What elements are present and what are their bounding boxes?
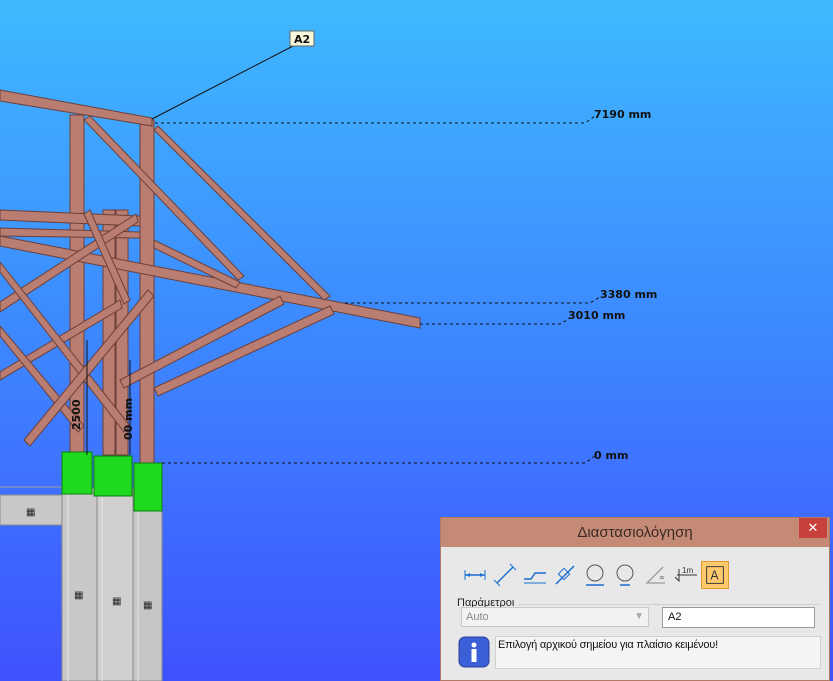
svg-text:▦: ▦ [26, 507, 35, 518]
svg-text:A: A [710, 569, 719, 583]
label-text-input[interactable]: A2 [662, 607, 815, 628]
dimension-label-3010: 3010 mm [568, 309, 625, 322]
diameter-dimension-icon[interactable] [581, 561, 609, 589]
status-message: Επιλογή αρχικού σημείου για πλαίσιο κειμ… [495, 636, 821, 669]
concrete-structure: ▦ ▦ ▦ ▦ [0, 486, 163, 681]
svg-text:▦: ▦ [74, 590, 83, 601]
parameters-divider [519, 604, 819, 605]
diagonal-offset-dimension-icon[interactable] [551, 561, 579, 589]
angle-dimension-icon[interactable]: ∝ [641, 561, 669, 589]
close-button[interactable]: ✕ [799, 518, 827, 538]
callout-a2[interactable]: A2 [289, 30, 315, 47]
aligned-dimension-icon[interactable] [491, 561, 519, 589]
radius-dimension-icon[interactable] [611, 561, 639, 589]
dialog-titlebar[interactable]: Διαστασιολόγηση ✕ [441, 518, 829, 547]
vertical-dimension-label: 2500 [70, 399, 83, 430]
horizontal-offset-dimension-icon[interactable] [521, 561, 549, 589]
svg-text:▦: ▦ [112, 596, 121, 607]
svg-text:A2: A2 [294, 33, 310, 46]
info-icon [458, 636, 490, 668]
vertical-dimension-label-2: 00 mm [122, 398, 135, 440]
svg-text:1m: 1m [682, 566, 693, 575]
linear-dimension-icon[interactable] [461, 561, 489, 589]
elevation-dimension-icon[interactable]: 1m [671, 561, 699, 589]
dialog-title: Διαστασιολόγηση [577, 524, 693, 541]
dimension-lines [86, 44, 601, 464]
steel-frame [0, 89, 421, 466]
mode-select-value: Auto [466, 611, 489, 623]
dimension-label-3380: 3380 mm [600, 288, 657, 301]
dimension-toolbar: ∝ 1m A [457, 560, 827, 594]
dimension-label-7190: 7190 mm [594, 108, 651, 121]
chevron-down-icon: ▼ [634, 611, 644, 622]
dimension-label-0: 0 mm [594, 449, 628, 462]
svg-text:∝: ∝ [659, 573, 665, 582]
dimensioning-dialog: Διαστασιολόγηση ✕ ∝ 1m A Παράμετροι Auto… [440, 517, 830, 681]
svg-text:▦: ▦ [143, 600, 152, 611]
text-label-icon[interactable]: A [701, 561, 729, 589]
mode-select[interactable]: Auto ▼ [461, 607, 649, 627]
